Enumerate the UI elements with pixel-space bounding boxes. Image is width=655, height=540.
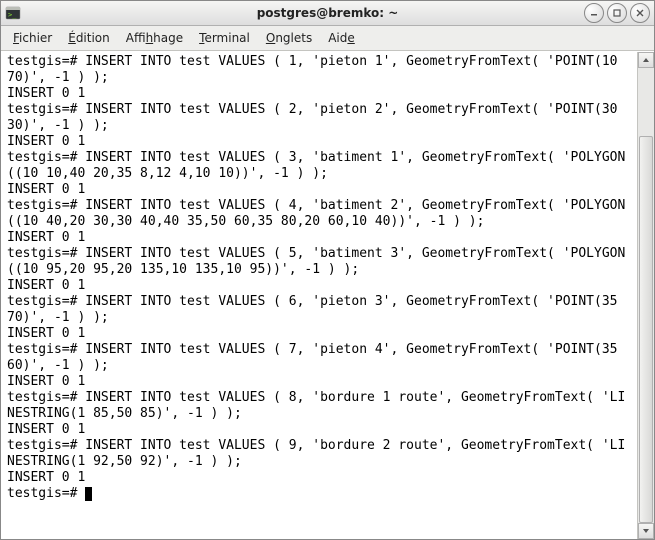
- svg-text:>_: >_: [8, 11, 17, 19]
- menu-onglets[interactable]: Onglets: [260, 29, 318, 47]
- scroll-up-button[interactable]: [638, 52, 654, 68]
- close-button[interactable]: [630, 3, 650, 23]
- menu-edition[interactable]: Édition: [62, 29, 116, 47]
- vertical-scrollbar[interactable]: [637, 52, 654, 539]
- menu-aide[interactable]: Aide: [322, 29, 361, 47]
- terminal-window: >_ postgres@bremko: ~ Fichier Édition Af…: [0, 0, 655, 540]
- scroll-track[interactable]: [638, 68, 654, 523]
- prompt: testgis=#: [7, 486, 85, 501]
- window-controls: [584, 3, 654, 23]
- scroll-thumb[interactable]: [639, 136, 653, 523]
- window-title: postgres@bremko: ~: [1, 6, 654, 20]
- menu-affichage[interactable]: Affihhage: [120, 29, 189, 47]
- menu-terminal[interactable]: Terminal: [193, 29, 256, 47]
- menu-fichier[interactable]: Fichier: [7, 29, 58, 47]
- scroll-down-button[interactable]: [638, 523, 654, 539]
- cursor: [85, 487, 92, 501]
- minimize-button[interactable]: [584, 3, 604, 23]
- titlebar[interactable]: >_ postgres@bremko: ~: [1, 1, 654, 26]
- terminal-output[interactable]: testgis=# INSERT INTO test VALUES ( 1, '…: [1, 52, 637, 539]
- menubar: Fichier Édition Affihhage Terminal Ongle…: [1, 26, 654, 51]
- terminal-area: testgis=# INSERT INTO test VALUES ( 1, '…: [1, 51, 654, 539]
- terminal-icon: >_: [5, 5, 21, 21]
- maximize-button[interactable]: [607, 3, 627, 23]
